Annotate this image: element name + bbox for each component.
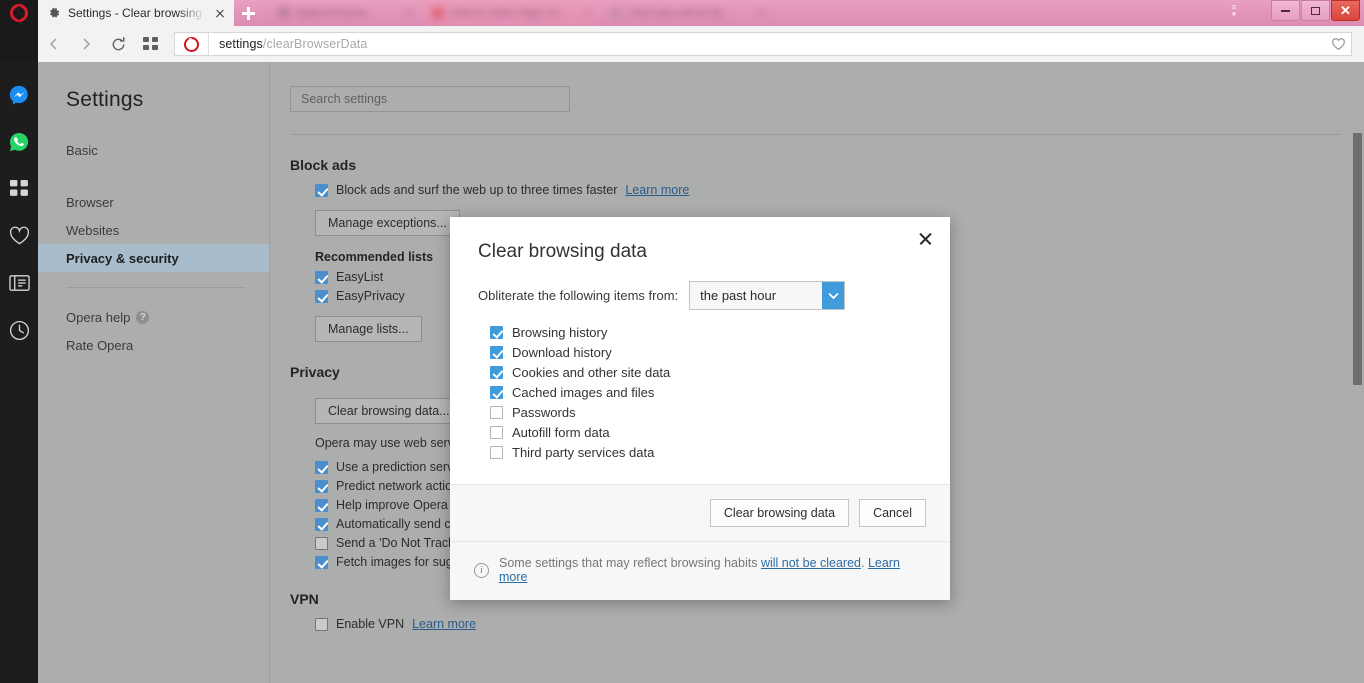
close-icon[interactable] xyxy=(212,5,228,21)
footer-prefix: Some settings that may reflect browsing … xyxy=(499,556,761,570)
checkbox-cached-images[interactable] xyxy=(490,385,503,399)
browser-tab-active[interactable]: Settings - Clear browsing d xyxy=(38,0,234,26)
dialog-item-browsing-history[interactable]: Browsing history xyxy=(478,322,922,342)
maximize-button[interactable] xyxy=(1301,0,1330,21)
list-item[interactable]: Opera Forums × xyxy=(270,0,420,26)
time-range-row: Obliterate the following items from: the… xyxy=(478,281,922,310)
checkbox-label: Browsing history xyxy=(512,324,608,340)
whatsapp-icon[interactable] xyxy=(6,129,32,155)
dialog-actions: Clear browsing data Cancel xyxy=(450,484,950,541)
clear-browsing-data-dialog: Clear browsing data Obliterate the follo… xyxy=(450,217,950,600)
confirm-clear-button[interactable]: Clear browsing data xyxy=(709,499,850,527)
history-icon[interactable] xyxy=(6,317,32,343)
dialog-item-autofill[interactable]: Autofill form data xyxy=(478,422,922,442)
close-icon[interactable] xyxy=(910,224,940,254)
time-range-select[interactable]: the past hour xyxy=(689,281,846,310)
dialog-item-cached-images[interactable]: Cached images and files xyxy=(478,382,922,402)
checkbox-label: Cookies and other site data xyxy=(512,364,671,380)
opera-logo-icon xyxy=(184,36,199,52)
modal-overlay: Clear browsing data Obliterate the follo… xyxy=(38,62,1364,683)
checkbox-autofill[interactable] xyxy=(490,425,503,439)
time-range-value: the past hour xyxy=(700,288,777,303)
dialog-title: Clear browsing data xyxy=(478,241,647,262)
list-item[interactable]: Can't you not so far × xyxy=(603,0,773,26)
address-bar[interactable]: settings/clearBrowserData xyxy=(174,32,1352,56)
messenger-icon[interactable] xyxy=(6,82,32,108)
heart-icon[interactable] xyxy=(6,223,32,249)
checkbox-passwords[interactable] xyxy=(490,405,503,419)
tab-menu-icon[interactable]: ≡ ▾ xyxy=(1224,1,1244,21)
news-icon[interactable] xyxy=(6,270,32,296)
address-path: settings xyxy=(219,37,263,51)
navigation-toolbar: settings/clearBrowserData xyxy=(0,26,1364,62)
close-icon: ✕ xyxy=(1340,3,1351,18)
cancel-button[interactable]: Cancel xyxy=(859,499,926,527)
chevron-down-icon[interactable] xyxy=(822,282,845,309)
dialog-item-passwords[interactable]: Passwords xyxy=(478,402,922,422)
speed-dial-icon[interactable] xyxy=(6,176,32,202)
checkbox-browsing-history[interactable] xyxy=(490,325,503,339)
dialog-header: Clear browsing data xyxy=(450,217,950,263)
checkbox-label: Third party services data xyxy=(512,444,655,460)
close-window-button[interactable]: ✕ xyxy=(1331,0,1360,21)
dialog-body: Obliterate the following items from: the… xyxy=(450,263,950,484)
checkbox-label: Download history xyxy=(512,344,612,360)
data-type-checkbox-list: Browsing history Download history Cookie… xyxy=(478,322,922,462)
will-not-be-cleared-link[interactable]: will not be cleared xyxy=(761,556,861,570)
browser-tab-title: Settings - Clear browsing d xyxy=(68,6,205,20)
title-bar: Settings - Clear browsing d Opera Forums… xyxy=(0,0,1364,26)
checkbox-download-history[interactable] xyxy=(490,345,503,359)
footer-middle: . xyxy=(861,556,868,570)
forward-button[interactable] xyxy=(70,26,102,62)
dialog-item-cookies[interactable]: Cookies and other site data xyxy=(478,362,922,382)
obliterate-label: Obliterate the following items from: xyxy=(478,288,679,303)
checkbox-third-party[interactable] xyxy=(490,445,503,459)
minimize-button[interactable] xyxy=(1271,0,1300,21)
back-button[interactable] xyxy=(38,26,70,62)
info-icon: i xyxy=(474,562,489,578)
site-identity-icon xyxy=(175,33,209,55)
footer-text: Some settings that may reflect browsing … xyxy=(499,556,926,584)
checkbox-cookies[interactable] xyxy=(490,365,503,379)
gear-icon xyxy=(47,6,61,20)
dialog-item-download-history[interactable]: Download history xyxy=(478,342,922,362)
reload-button[interactable] xyxy=(102,26,134,62)
checkbox-label: Passwords xyxy=(512,404,576,420)
checkbox-label: Cached images and files xyxy=(512,384,655,400)
address-text: settings/clearBrowserData xyxy=(209,37,367,51)
window-controls: ✕ xyxy=(1271,0,1360,22)
dialog-item-third-party[interactable]: Third party services data xyxy=(478,442,922,462)
sidebar-rail xyxy=(0,62,38,683)
opera-logo-icon xyxy=(10,4,28,22)
rail-spacer xyxy=(0,26,38,62)
browser-window: Settings - Clear browsing d Opera Forums… xyxy=(0,0,1364,683)
list-item[interactable]: How to Clear Page Ca × xyxy=(424,0,599,26)
new-tab-button[interactable] xyxy=(234,0,262,26)
checkbox-label: Autofill form data xyxy=(512,424,610,440)
background-tabs-strip: Opera Forums × How to Clear Page Ca × Can'… xyxy=(262,0,1222,26)
address-sub: /clearBrowserData xyxy=(262,37,368,51)
heart-icon[interactable] xyxy=(1325,32,1351,56)
speed-dial-button[interactable] xyxy=(134,26,166,62)
dialog-footer-note: i Some settings that may reflect browsin… xyxy=(450,541,950,600)
opera-menu-button[interactable] xyxy=(0,0,38,26)
